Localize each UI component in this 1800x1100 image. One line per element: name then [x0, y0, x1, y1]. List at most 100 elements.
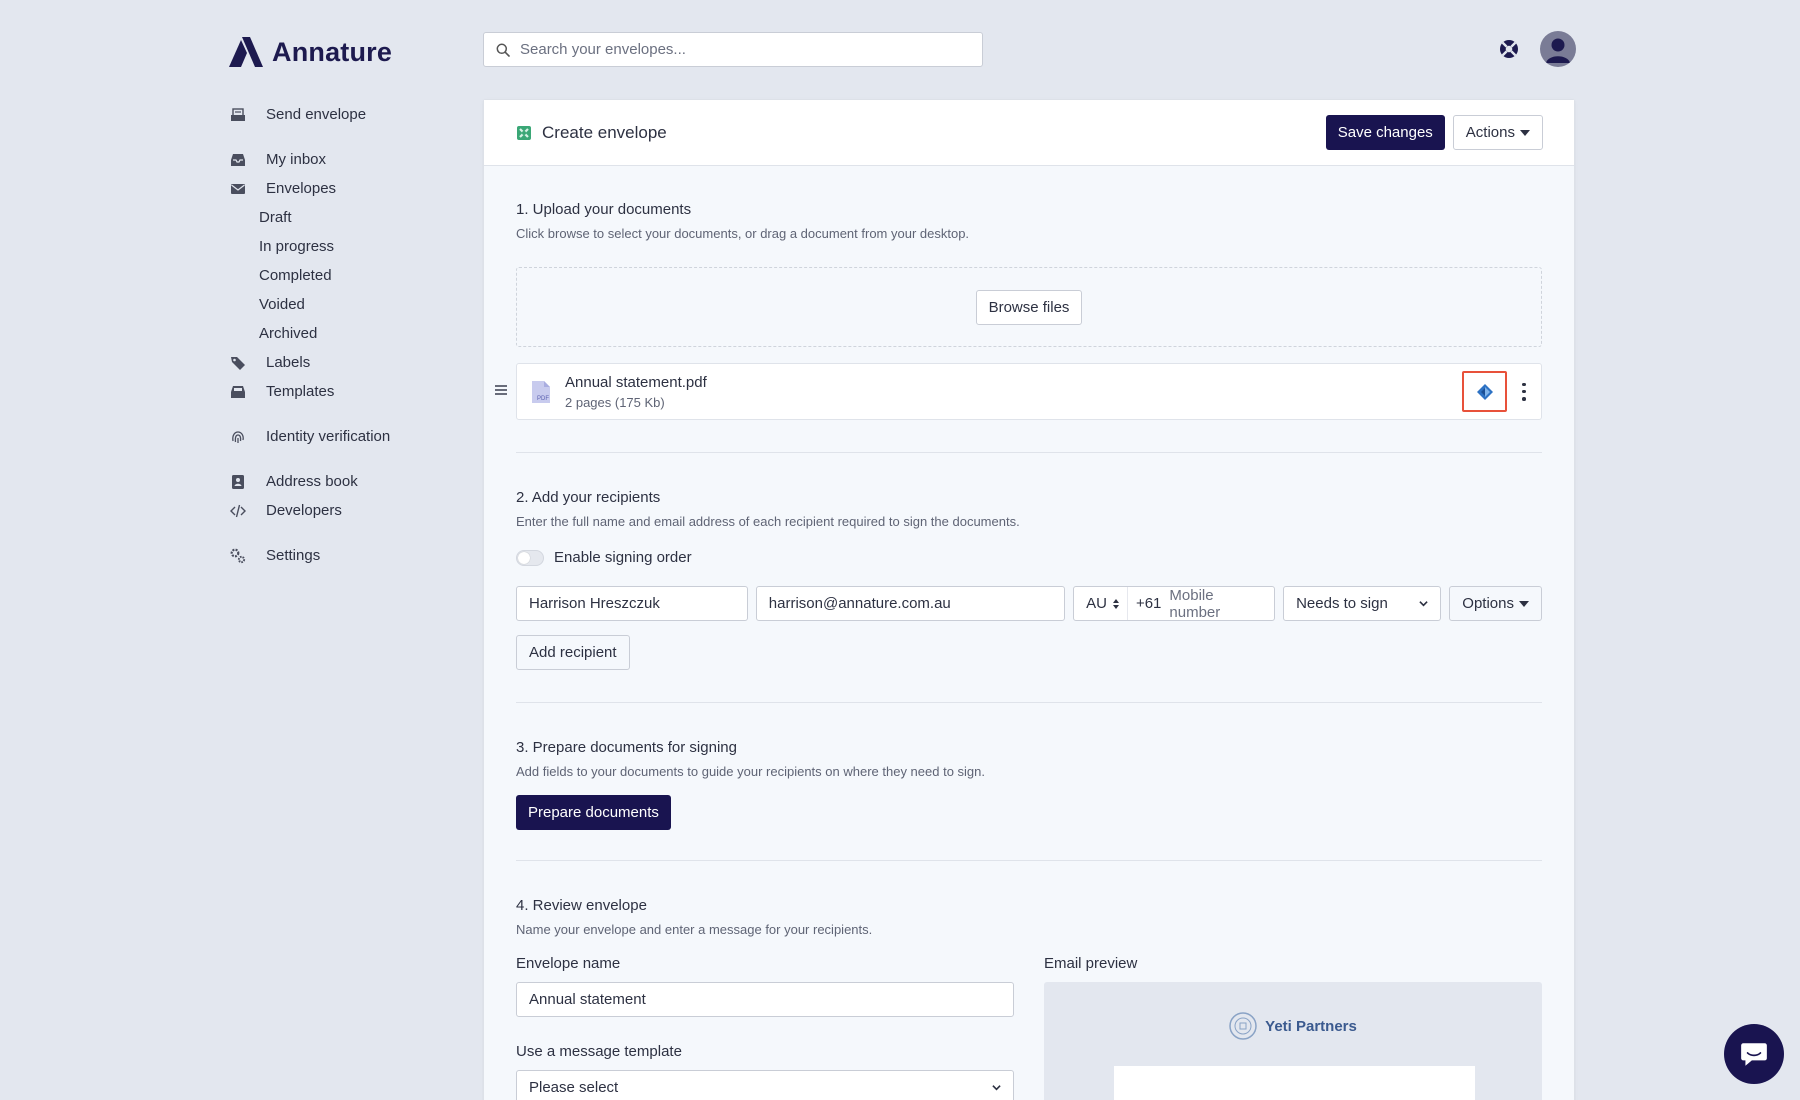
sidebar-item-address-book[interactable]: Address book — [228, 467, 468, 496]
sidebar-item-my-inbox[interactable]: My inbox — [228, 145, 468, 174]
options-label: Options — [1462, 595, 1514, 612]
sidebar-item-label: Archived — [259, 325, 318, 342]
brand-name: Annature — [272, 36, 393, 67]
search-input[interactable] — [520, 41, 960, 58]
code-icon — [230, 504, 246, 517]
message-template-label: Use a message template — [516, 1043, 682, 1060]
sidebar-item-label: Settings — [266, 547, 321, 564]
recipients-section: 2. Add your recipients Enter the full na… — [484, 453, 1574, 702]
sidebar-item-label: Labels — [266, 354, 311, 371]
signature-diamond-icon — [1476, 383, 1493, 400]
sign-document-button[interactable] — [1462, 371, 1507, 412]
recipient-mobile-field[interactable]: AU +61 Mobile number — [1073, 586, 1276, 621]
yeti-partners-logo-icon — [1229, 1012, 1257, 1040]
mobile-number-placeholder: Mobile number — [1169, 586, 1221, 621]
sidebar-item-draft[interactable]: Draft — [228, 203, 468, 232]
browse-files-button[interactable]: Browse files — [975, 289, 1083, 325]
chat-support-button[interactable] — [1724, 1024, 1784, 1084]
country-code-value: AU — [1086, 595, 1107, 612]
review-description: Name your envelope and enter a message f… — [516, 922, 873, 937]
email-sender-name: Yeti Partners — [1265, 1017, 1357, 1035]
envelope-name-label: Envelope name — [516, 955, 621, 972]
chevron-down-icon — [992, 1085, 1001, 1091]
sidebar-item-label: Draft — [259, 209, 292, 226]
sidebar-item-envelopes[interactable]: Envelopes — [228, 174, 468, 203]
envelope-name-input[interactable]: Annual statement — [516, 982, 1014, 1017]
sidebar-item-in-progress[interactable]: In progress — [228, 232, 468, 261]
save-changes-button[interactable]: Save changes — [1325, 115, 1445, 150]
review-heading: 4. Review envelope — [516, 897, 647, 914]
recipient-options-button[interactable]: Options — [1449, 586, 1542, 621]
user-avatar[interactable] — [1540, 31, 1576, 67]
email-preview-label: Email preview — [1044, 955, 1138, 972]
signing-order-toggle[interactable] — [516, 549, 544, 566]
document-meta: 2 pages (175 Kb) — [565, 394, 665, 410]
card-header: Create envelope Save changes Actions — [484, 100, 1574, 166]
message-template-value: Please select — [529, 1079, 619, 1096]
sidebar-item-labels[interactable]: Labels — [228, 348, 468, 377]
help-lifebuoy-icon[interactable] — [1498, 38, 1520, 60]
recipients-description: Enter the full name and email address of… — [516, 514, 1020, 529]
create-envelope-card: Create envelope Save changes Actions 1. … — [483, 99, 1575, 1100]
sidebar-item-templates[interactable]: Templates — [228, 377, 468, 406]
recipient-row: Harrison Hreszczuk harrison@annature.com… — [516, 586, 1542, 621]
sidebar-item-label: My inbox — [266, 151, 327, 168]
sidebar-item-completed[interactable]: Completed — [228, 261, 468, 290]
actions-label: Actions — [1465, 124, 1515, 141]
email-preview: Yeti Partners — [1044, 982, 1542, 1100]
sidebar-item-settings[interactable]: Settings — [228, 541, 468, 570]
sidebar-item-label: Completed — [259, 267, 332, 284]
annature-logo-icon — [229, 37, 263, 67]
document-name: Annual statement.pdf — [565, 373, 707, 391]
sidebar-item-label: Developers — [266, 502, 342, 519]
prepare-description: Add fields to your documents to guide yo… — [516, 764, 986, 779]
sidebar-item-label: Send envelope — [266, 106, 367, 123]
sidebar-item-send-envelope[interactable]: Send envelope — [228, 100, 468, 129]
document-row[interactable]: PDF Annual statement.pdf 2 pages (175 Kb… — [495, 363, 1542, 420]
search-bar[interactable] — [483, 32, 983, 67]
create-envelope-icon — [517, 125, 531, 140]
add-recipient-button[interactable]: Add recipient — [516, 635, 630, 670]
review-section: 4. Review envelope Name your envelope an… — [484, 861, 1574, 1100]
prepare-documents-button[interactable]: Prepare documents — [516, 795, 671, 830]
recipient-role-value: Needs to sign — [1296, 595, 1388, 612]
templates-icon — [231, 385, 245, 398]
sidebar-item-label: Templates — [266, 383, 335, 400]
sidebar-item-identity-verification[interactable]: Identity verification — [228, 422, 468, 451]
sidebar-item-label: Identity verification — [266, 428, 391, 445]
drag-handle-icon[interactable] — [494, 383, 508, 397]
sidebar-item-archived[interactable]: Archived — [228, 319, 468, 348]
document-more-options-icon[interactable] — [1521, 382, 1527, 401]
sidebar-nav: Send envelope My inbox Envelopes Draft I… — [228, 100, 468, 570]
recipient-email-field[interactable]: harrison@annature.com.au — [755, 586, 1066, 621]
caret-down-icon — [1520, 129, 1530, 136]
sidebar-item-developers[interactable]: Developers — [228, 496, 468, 525]
actions-dropdown-button[interactable]: Actions — [1452, 115, 1543, 150]
tag-icon — [231, 356, 245, 370]
page-title: Create envelope — [542, 122, 667, 142]
inbox-icon — [231, 153, 245, 166]
pdf-file-icon: PDF — [532, 380, 550, 403]
file-dropzone[interactable]: Browse files — [516, 267, 1542, 347]
dial-code: +61 — [1135, 595, 1162, 612]
signing-order-label: Enable signing order — [554, 549, 692, 566]
up-down-caret-icon — [1112, 598, 1119, 609]
sidebar-item-label: Voided — [259, 296, 305, 313]
recipient-role-select[interactable]: Needs to sign — [1283, 586, 1442, 621]
sidebar-item-voided[interactable]: Voided — [228, 290, 468, 319]
search-icon — [496, 43, 510, 57]
country-code-select[interactable]: AU — [1086, 587, 1128, 620]
chat-bubble-icon — [1741, 1043, 1767, 1066]
fingerprint-icon — [232, 430, 244, 443]
caret-down-icon — [1519, 600, 1529, 607]
upload-section: 1. Upload your documents Click browse to… — [484, 166, 1574, 452]
prepare-heading: 3. Prepare documents for signing — [516, 739, 737, 756]
send-envelope-icon — [231, 107, 245, 121]
recipient-name-field[interactable]: Harrison Hreszczuk — [516, 586, 748, 621]
upload-description: Click browse to select your documents, o… — [516, 226, 970, 241]
sidebar-item-label: Address book — [266, 473, 358, 490]
email-preview-body — [1114, 1066, 1475, 1100]
annature-logo[interactable]: Annature — [228, 36, 392, 68]
message-template-select[interactable]: Please select — [516, 1070, 1014, 1100]
upload-heading: 1. Upload your documents — [516, 201, 692, 218]
